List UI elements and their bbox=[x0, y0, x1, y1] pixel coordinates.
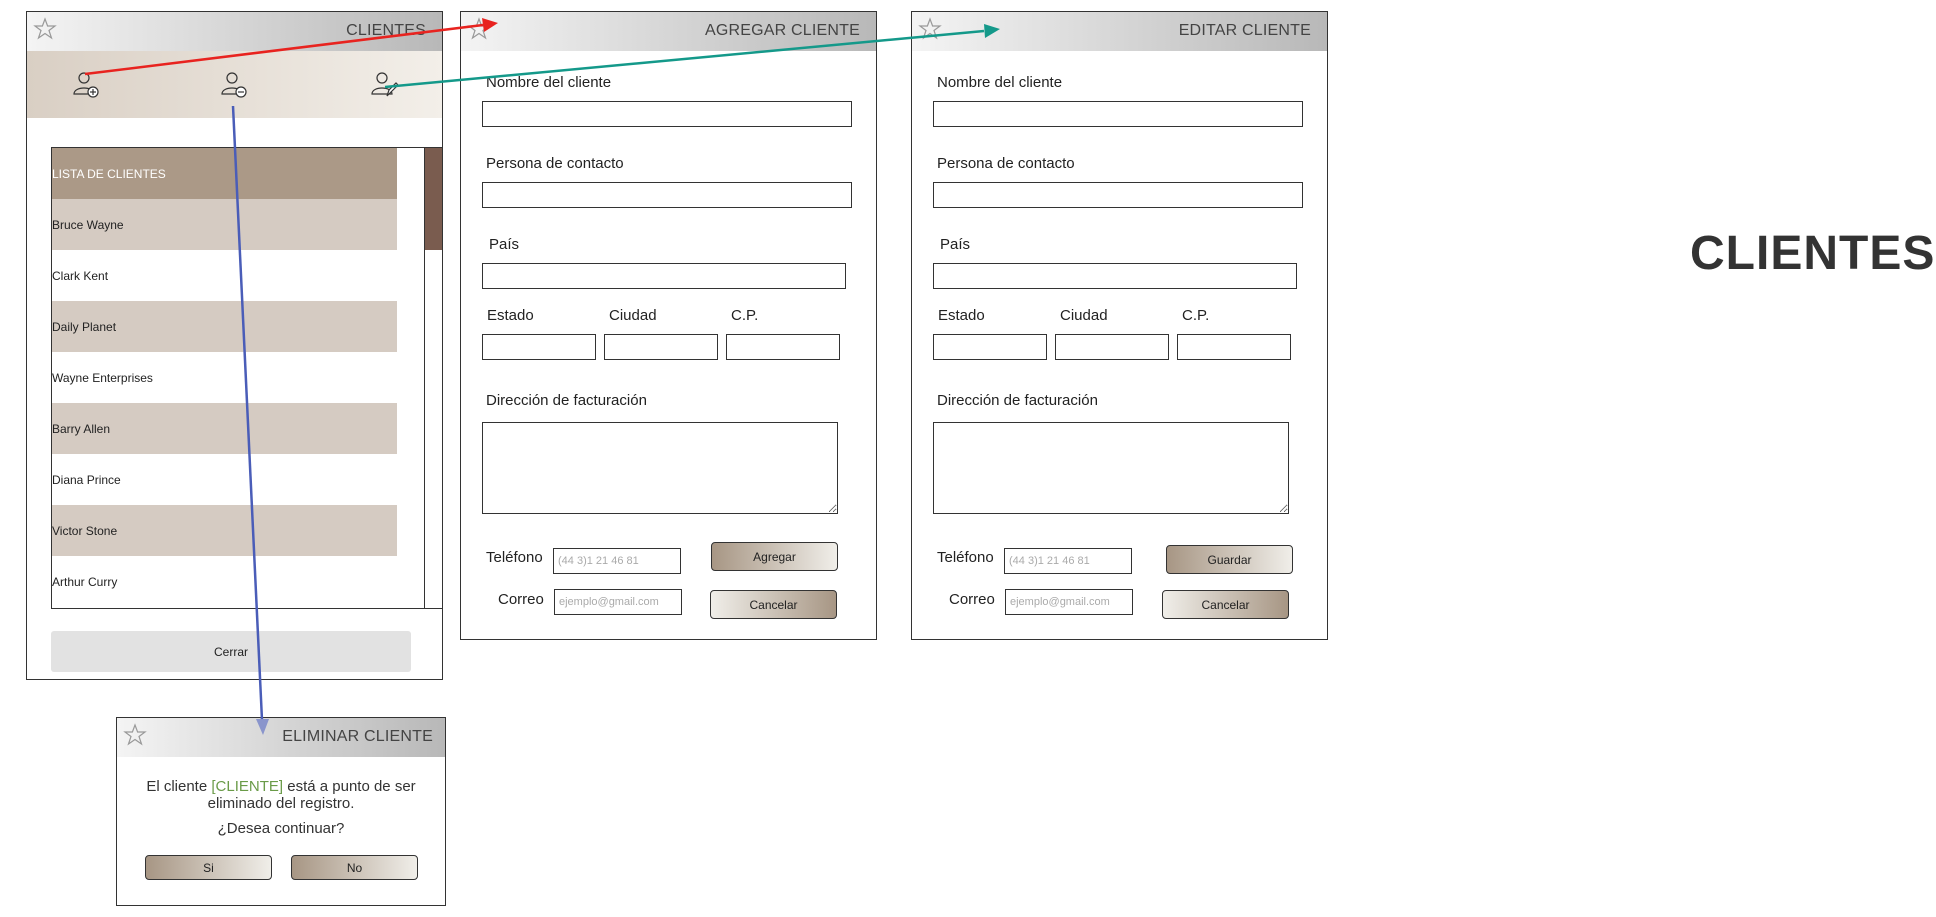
zip-field[interactable] bbox=[726, 334, 840, 360]
name-field[interactable] bbox=[933, 101, 1303, 127]
add-client-titlebar: AGREGAR CLIENTE bbox=[461, 12, 876, 51]
billing-address-field[interactable] bbox=[482, 422, 838, 514]
phone-field[interactable] bbox=[1004, 548, 1132, 574]
country-field[interactable] bbox=[933, 263, 1297, 289]
delete-client-title: ELIMINAR CLIENTE bbox=[282, 728, 433, 745]
delete-message-suffix: está a punto de ser bbox=[283, 778, 416, 795]
edit-client-window: EDITAR CLIENTE Nombre del cliente Person… bbox=[911, 11, 1328, 640]
state-label: Estado bbox=[938, 307, 985, 324]
client-placeholder: [CLIENTE] bbox=[211, 778, 284, 795]
list-item[interactable]: Wayne Enterprises bbox=[52, 352, 397, 403]
contact-label: Persona de contacto bbox=[486, 155, 624, 172]
country-label: País bbox=[940, 236, 971, 253]
remove-user-icon[interactable] bbox=[219, 69, 249, 99]
state-label: Estado bbox=[487, 307, 534, 324]
list-item[interactable]: Diana Prince bbox=[52, 454, 397, 505]
page-title: CLIENTES bbox=[1690, 227, 1936, 280]
delete-message-line2: eliminado del registro. bbox=[207, 795, 355, 812]
clientes-toolbar bbox=[27, 51, 442, 118]
state-field[interactable] bbox=[933, 334, 1047, 360]
delete-client-titlebar: ELIMINAR CLIENTE bbox=[117, 718, 445, 757]
billing-label: Dirección de facturación bbox=[937, 392, 1098, 409]
city-field[interactable] bbox=[604, 334, 718, 360]
name-label: Nombre del cliente bbox=[937, 74, 1063, 91]
scrollbar-thumb[interactable] bbox=[425, 148, 442, 250]
phone-field[interactable] bbox=[553, 548, 681, 574]
zip-label: C.P. bbox=[1182, 307, 1210, 324]
cancel-button[interactable]: Cancelar bbox=[1162, 590, 1289, 619]
client-list: LISTA DE CLIENTES Bruce Wayne Clark Kent… bbox=[51, 147, 443, 609]
name-field[interactable] bbox=[482, 101, 852, 127]
star-icon bbox=[33, 17, 57, 40]
list-scrollbar[interactable] bbox=[424, 148, 442, 608]
delete-message: El cliente [CLIENTE] está a punto de ser bbox=[117, 778, 445, 795]
star-icon bbox=[467, 17, 491, 40]
list-item[interactable]: Daily Planet bbox=[52, 301, 397, 352]
contact-field[interactable] bbox=[482, 182, 852, 208]
phone-label: Teléfono bbox=[486, 549, 543, 566]
edit-client-title: EDITAR CLIENTE bbox=[1178, 22, 1311, 39]
add-button[interactable]: Agregar bbox=[711, 542, 838, 571]
save-button[interactable]: Guardar bbox=[1166, 545, 1293, 574]
phone-label: Teléfono bbox=[937, 549, 994, 566]
email-field[interactable] bbox=[1005, 589, 1133, 615]
country-label: País bbox=[489, 236, 520, 253]
star-icon bbox=[123, 723, 147, 746]
no-button[interactable]: No bbox=[291, 855, 418, 880]
zip-label: C.P. bbox=[731, 307, 759, 324]
list-header: LISTA DE CLIENTES bbox=[52, 148, 397, 199]
list-item[interactable]: Victor Stone bbox=[52, 505, 397, 556]
close-button[interactable]: Cerrar bbox=[51, 631, 411, 672]
zip-field[interactable] bbox=[1177, 334, 1291, 360]
edit-client-titlebar: EDITAR CLIENTE bbox=[912, 12, 1327, 51]
cancel-button[interactable]: Cancelar bbox=[710, 590, 837, 619]
name-label: Nombre del cliente bbox=[486, 74, 612, 91]
delete-client-dialog: ELIMINAR CLIENTE El cliente [CLIENTE] es… bbox=[116, 717, 446, 906]
add-client-window: AGREGAR CLIENTE Nombre del cliente Perso… bbox=[460, 11, 877, 640]
city-field[interactable] bbox=[1055, 334, 1169, 360]
country-field[interactable] bbox=[482, 263, 846, 289]
email-label: Correo bbox=[949, 591, 995, 608]
add-user-icon[interactable] bbox=[71, 69, 101, 99]
contact-field[interactable] bbox=[933, 182, 1303, 208]
clientes-window: CLIENTES LISTA DE CLIENTES Bruce Wayne C… bbox=[26, 11, 443, 680]
star-icon bbox=[918, 17, 942, 40]
contact-label: Persona de contacto bbox=[937, 155, 1075, 172]
edit-user-icon[interactable] bbox=[369, 69, 399, 99]
email-label: Correo bbox=[498, 591, 544, 608]
add-client-title: AGREGAR CLIENTE bbox=[704, 22, 860, 39]
billing-address-field[interactable] bbox=[933, 422, 1289, 514]
city-label: Ciudad bbox=[1060, 307, 1108, 324]
yes-button[interactable]: Si bbox=[145, 855, 272, 880]
state-field[interactable] bbox=[482, 334, 596, 360]
delete-message-prefix: El cliente bbox=[146, 778, 212, 795]
email-field[interactable] bbox=[554, 589, 682, 615]
list-item[interactable]: Arthur Curry bbox=[52, 556, 397, 607]
list-item[interactable]: Bruce Wayne bbox=[52, 199, 397, 250]
billing-label: Dirección de facturación bbox=[486, 392, 647, 409]
list-item[interactable]: Clark Kent bbox=[52, 250, 397, 301]
clientes-titlebar: CLIENTES bbox=[27, 12, 442, 51]
city-label: Ciudad bbox=[609, 307, 657, 324]
delete-question: ¿Desea continuar? bbox=[217, 820, 345, 837]
clientes-title: CLIENTES bbox=[346, 22, 426, 39]
list-item[interactable]: Barry Allen bbox=[52, 403, 397, 454]
